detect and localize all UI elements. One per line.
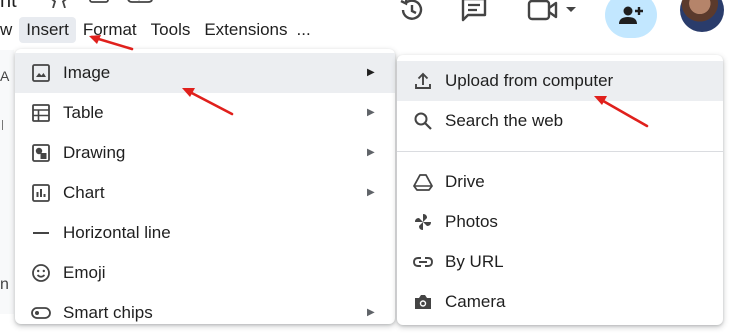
submenu-item-label: Drive [445, 172, 485, 191]
submenu-item-by-url[interactable]: By URL [397, 242, 723, 282]
submenu-item-label: Photos [445, 212, 498, 231]
move-icon[interactable] [88, 0, 110, 8]
insert-menu-item-horizontal-line[interactable]: Horizontal line [15, 213, 395, 253]
document-text-fragment: n [0, 276, 9, 293]
menu-extensions[interactable]: Extensions [197, 17, 294, 43]
menu-insert[interactable]: Insert [19, 17, 76, 43]
chart-icon [31, 183, 51, 203]
insert-menu-item-label: Table [63, 103, 104, 122]
insert-menu-item-label: Horizontal line [63, 223, 171, 242]
drive-icon [413, 172, 433, 192]
document-canvas-edge [0, 50, 14, 314]
insert-menu-item-label: Emoji [63, 263, 106, 282]
submenu-arrow-icon: ▶ [367, 67, 375, 78]
meet-icon[interactable] [526, 0, 582, 26]
version-history-icon[interactable] [396, 0, 428, 26]
horizontal-line-icon [31, 223, 51, 243]
menu-more[interactable]: ... [295, 17, 318, 43]
comment-icon[interactable] [458, 0, 490, 26]
menu-divider [397, 151, 723, 152]
menu-format[interactable]: Format [76, 17, 144, 43]
camera-icon [413, 292, 433, 312]
menu-tools[interactable]: Tools [144, 17, 198, 43]
submenu-item-search-the-web[interactable]: Search the web [397, 101, 723, 141]
submenu-item-upload-from-computer[interactable]: Upload from computer [397, 61, 723, 101]
smart-chips-icon [31, 303, 51, 323]
insert-menu-item-chart[interactable]: Chart ▶ [15, 173, 395, 213]
submenu-item-label: Camera [445, 292, 506, 311]
upload-icon [413, 71, 433, 91]
insert-menu-item-table[interactable]: Table ▶ [15, 93, 395, 133]
submenu-item-label: Search the web [445, 111, 564, 130]
submenu-item-photos[interactable]: Photos [397, 202, 723, 242]
insert-menu-item-emoji[interactable]: Emoji [15, 253, 395, 293]
emoji-icon [31, 263, 51, 283]
insert-menu-item-label: Drawing [63, 143, 126, 162]
insert-menu-item-image[interactable]: Image ▶ [15, 53, 395, 93]
spellcheck-icon[interactable]: A [0, 68, 9, 84]
submenu-item-camera[interactable]: Camera [397, 282, 723, 322]
link-icon [413, 252, 433, 272]
insert-menu-item-smart-chips[interactable]: Smart chips ▶ [15, 293, 395, 333]
submenu-item-label: Upload from computer [445, 71, 614, 90]
insert-menu-item-label: Chart [63, 183, 105, 202]
submenu-arrow-icon: ▶ [367, 187, 375, 198]
submenu-item-drive[interactable]: Drive [397, 162, 723, 202]
document-title[interactable]: nt [0, 0, 17, 13]
search-icon [413, 111, 433, 131]
submenu-arrow-icon: ▶ [367, 107, 375, 118]
cloud-status-icon[interactable] [127, 0, 153, 8]
image-icon [31, 63, 51, 83]
submenu-item-label: By URL [445, 252, 504, 271]
image-submenu: Upload from computer Search the web Driv… [397, 55, 723, 325]
insert-menu: Image ▶ Table ▶ Drawing ▶ Chart ▶ Horizo… [15, 49, 395, 324]
insert-menu-item-label: Smart chips [63, 303, 153, 322]
photos-icon [413, 212, 433, 232]
submenu-arrow-icon: ▶ [367, 147, 375, 158]
menu-view[interactable]: w [0, 17, 19, 43]
submenu-arrow-icon: ▶ [367, 307, 375, 318]
ruler-mark [2, 120, 11, 130]
insert-menu-item-drawing[interactable]: Drawing ▶ [15, 133, 395, 173]
table-icon [31, 103, 51, 123]
menu-bar: w Insert Format Tools Extensions ... [0, 17, 318, 43]
star-icon[interactable] [48, 0, 70, 8]
insert-menu-item-label: Image [63, 63, 111, 82]
drawing-icon [31, 143, 51, 163]
